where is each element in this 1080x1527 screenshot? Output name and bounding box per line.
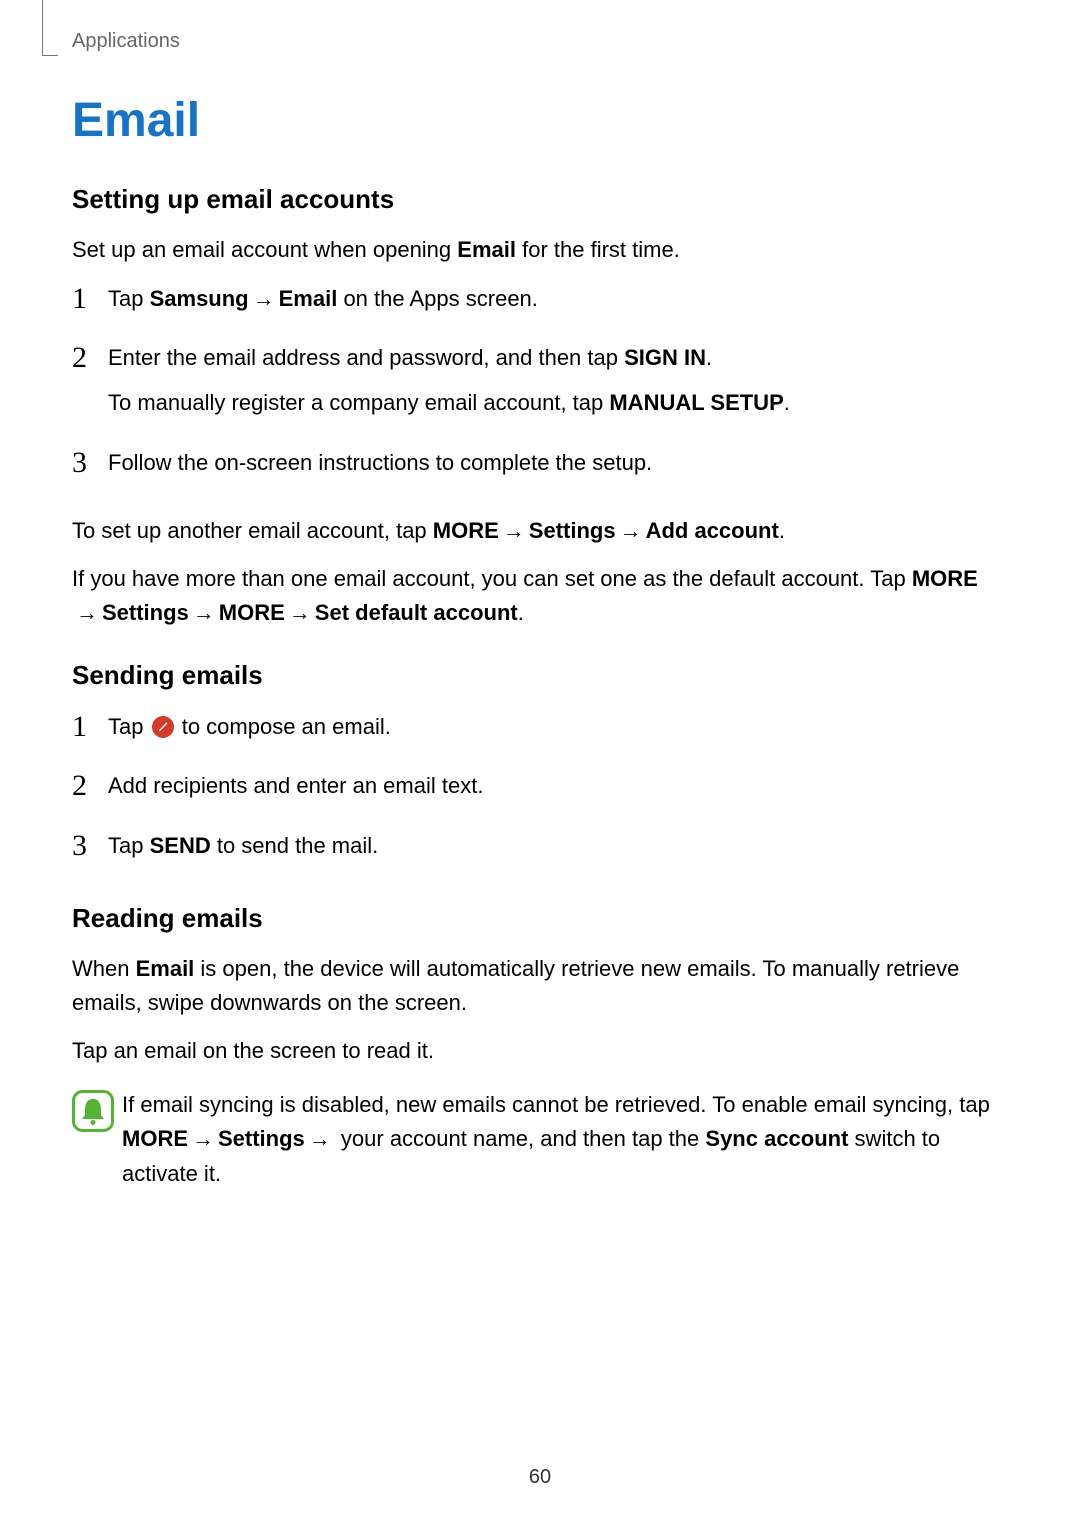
text: . — [784, 390, 790, 415]
text: Tap — [108, 833, 150, 858]
step-body: Add recipients and enter an email text. — [108, 768, 996, 813]
header-rule — [42, 0, 58, 56]
text-bold: MORE — [433, 518, 499, 543]
arrow-icon: → — [616, 514, 646, 548]
step-number: 1 — [72, 709, 108, 743]
text-bold: MORE — [122, 1126, 188, 1151]
text: for the first time. — [516, 237, 680, 262]
step-1: 1 Tap to compose an email. — [72, 709, 996, 754]
setup-after-1: To set up another email account, tap MOR… — [72, 514, 996, 548]
step-number: 2 — [72, 340, 108, 374]
heading-sending: Sending emails — [72, 660, 996, 691]
setup-steps: 1 Tap Samsung → Email on the Apps screen… — [72, 281, 996, 490]
text-bold: Samsung — [150, 286, 249, 311]
arrow-icon: → — [285, 596, 315, 630]
compose-icon — [152, 716, 174, 738]
text: Enter the email address and password, an… — [108, 345, 624, 370]
text-bold: MANUAL SETUP — [609, 390, 783, 415]
step-body: Follow the on-screen instructions to com… — [108, 445, 996, 490]
step-text: Tap Samsung → Email on the Apps screen. — [108, 281, 996, 316]
text-bold: Settings — [218, 1126, 305, 1151]
text: To manually register a company email acc… — [108, 390, 609, 415]
step-number: 1 — [72, 281, 108, 315]
arrow-icon: → — [189, 596, 219, 630]
step-number: 3 — [72, 828, 108, 862]
step-text: Enter the email address and password, an… — [108, 340, 996, 375]
step-number: 2 — [72, 768, 108, 802]
notification-icon — [72, 1088, 114, 1137]
arrow-icon: → — [72, 596, 102, 630]
text: . — [706, 345, 712, 370]
section-header: Applications — [72, 30, 180, 53]
text: . — [518, 600, 524, 625]
text: If you have more than one email account,… — [72, 566, 912, 591]
text-bold: Add account — [646, 518, 779, 543]
arrow-icon: → — [188, 1122, 218, 1156]
step-3: 3 Follow the on-screen instructions to c… — [72, 445, 996, 490]
text: Tap — [108, 286, 150, 311]
tip-text: If email syncing is disabled, new emails… — [122, 1088, 996, 1190]
step-body: Enter the email address and password, an… — [108, 340, 996, 430]
step-text: Add recipients and enter an email text. — [108, 768, 996, 803]
heading-setup: Setting up email accounts — [72, 184, 996, 215]
arrow-icon: → — [305, 1122, 335, 1156]
text: Tap — [108, 714, 150, 739]
reading-p1: When Email is open, the device will auto… — [72, 952, 996, 1020]
text-bold: Settings — [529, 518, 616, 543]
text: If email syncing is disabled, new emails… — [122, 1092, 990, 1117]
arrow-icon: → — [249, 281, 279, 316]
page-number: 60 — [0, 1466, 1080, 1489]
sending-steps: 1 Tap to compose an email. 2 Add rec — [72, 709, 996, 873]
text-bold: Set default account — [315, 600, 518, 625]
step-3: 3 Tap SEND to send the mail. — [72, 828, 996, 873]
step-2: 2 Add recipients and enter an email text… — [72, 768, 996, 813]
tip-block: If email syncing is disabled, new emails… — [72, 1088, 996, 1190]
setup-intro: Set up an email account when opening Ema… — [72, 233, 996, 267]
heading-reading: Reading emails — [72, 903, 996, 934]
text: your account name, and then tap the — [335, 1126, 706, 1151]
step-body: Tap Samsung → Email on the Apps screen. — [108, 281, 996, 326]
text: is open, the device will automatically r… — [72, 956, 959, 1015]
text-bold: Email — [457, 237, 516, 262]
step-1: 1 Tap Samsung → Email on the Apps screen… — [72, 281, 996, 326]
text-bold: SEND — [150, 833, 211, 858]
text: to compose an email. — [182, 714, 391, 739]
text-bold: MORE — [912, 566, 978, 591]
text: on the Apps screen. — [337, 286, 538, 311]
setup-after-2: If you have more than one email account,… — [72, 562, 996, 630]
text: . — [779, 518, 785, 543]
step-text: Tap SEND to send the mail. — [108, 828, 996, 863]
text: Set up an email account when opening — [72, 237, 457, 262]
text: When — [72, 956, 136, 981]
step-body: Tap to compose an email. — [108, 709, 996, 754]
text-bold: Email — [136, 956, 195, 981]
step-2: 2 Enter the email address and password, … — [72, 340, 996, 430]
text-bold: Sync account — [705, 1126, 848, 1151]
text: To set up another email account, tap — [72, 518, 433, 543]
step-text: Tap to compose an email. — [108, 709, 996, 744]
step-body: Tap SEND to send the mail. — [108, 828, 996, 873]
text: to send the mail. — [211, 833, 379, 858]
reading-p2: Tap an email on the screen to read it. — [72, 1034, 996, 1068]
text-bold: Email — [279, 286, 338, 311]
text-bold: MORE — [219, 600, 285, 625]
page-title: Email — [72, 95, 996, 148]
page-content: Email Setting up email accounts Set up a… — [72, 95, 996, 1191]
text-bold: SIGN IN — [624, 345, 706, 370]
arrow-icon: → — [499, 514, 529, 548]
step-text: To manually register a company email acc… — [108, 385, 996, 420]
step-number: 3 — [72, 445, 108, 479]
text-bold: Settings — [102, 600, 189, 625]
step-text: Follow the on-screen instructions to com… — [108, 445, 996, 480]
